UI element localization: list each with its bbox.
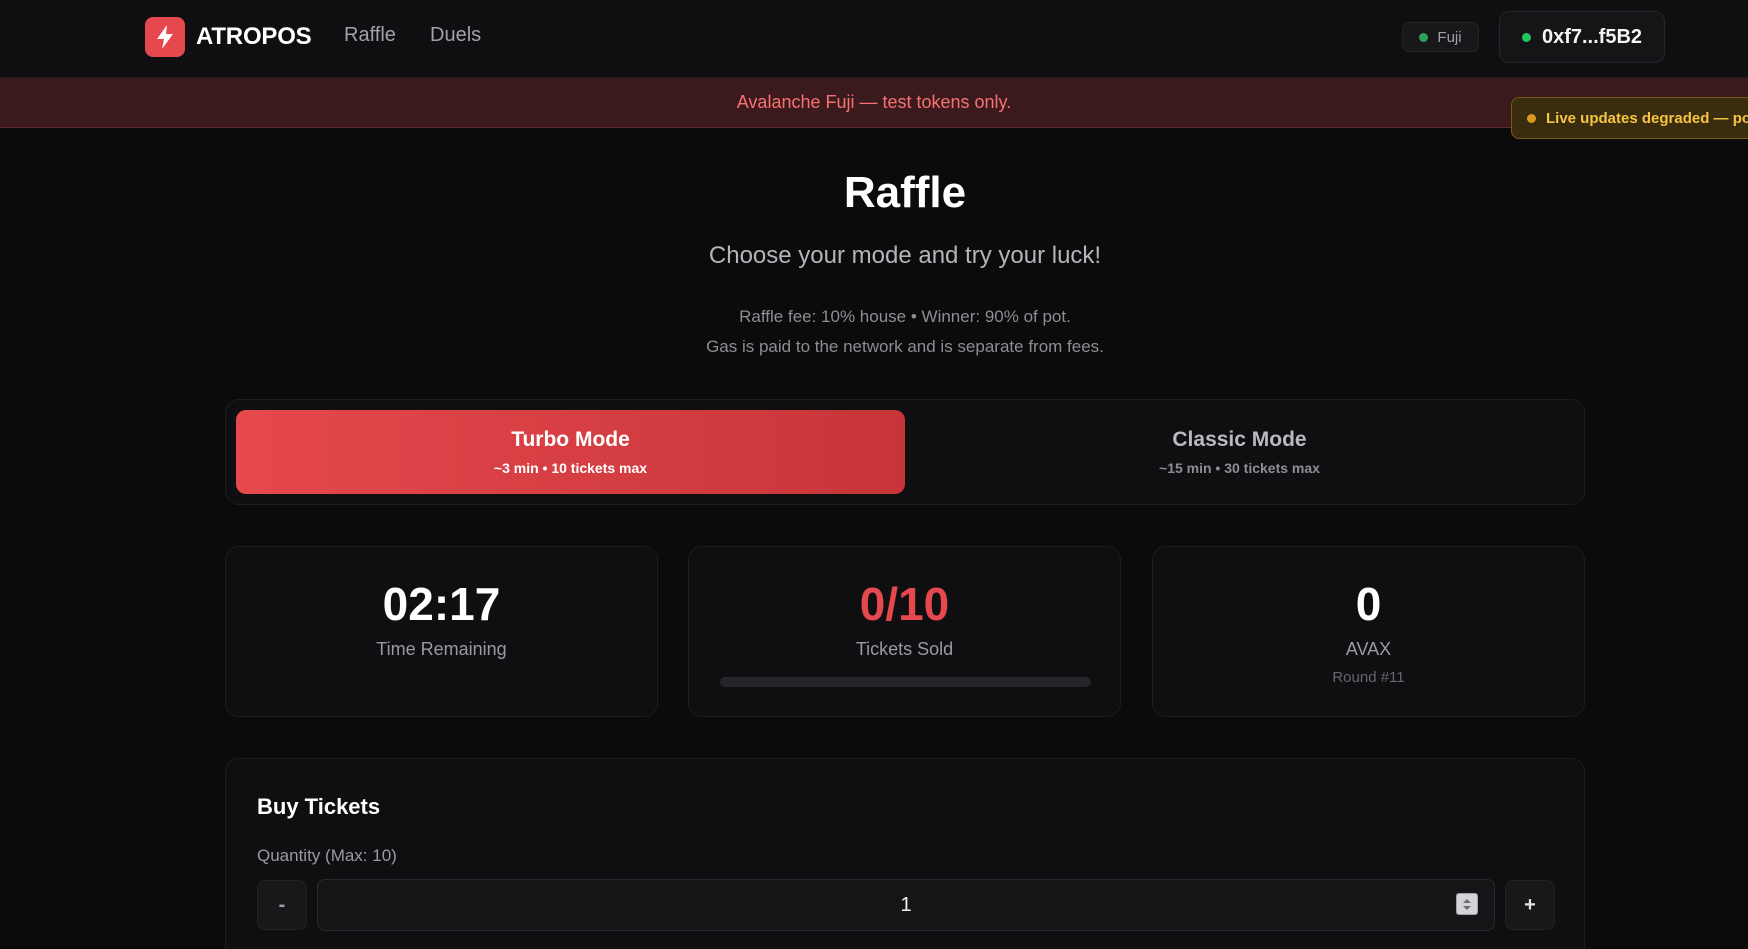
page-subtitle: Choose your mode and try your luck! <box>708 242 1102 269</box>
page-title: Raffle <box>843 168 967 217</box>
buy-tickets-panel: Buy Tickets Quantity (Max: 10) - + <box>225 758 1585 949</box>
time-remaining-value: 02:17 <box>382 578 501 630</box>
classic-mode-title: Classic Mode <box>1172 428 1307 451</box>
turbo-mode-subtitle: ~3 min • 10 tickets max <box>493 460 648 476</box>
toast-text: Live updates degraded — po <box>1546 109 1748 127</box>
classic-mode-button[interactable]: Classic Mode ~15 min • 30 tickets max <box>905 410 1574 494</box>
increase-quantity-button[interactable]: + <box>1505 880 1555 930</box>
live-updates-toast[interactable]: Live updates degraded — po <box>1511 97 1748 139</box>
quantity-label: Quantity (Max: 10) <box>257 846 397 865</box>
quantity-input[interactable] <box>317 879 1495 931</box>
tickets-sold-card: 0/10 Tickets Sold <box>688 546 1121 717</box>
time-remaining-card: 02:17 Time Remaining <box>225 546 658 717</box>
wallet-address: 0xf7...f5B2 <box>1541 25 1643 48</box>
network-warning-text: Avalanche Fuji — test tokens only. <box>736 92 1012 112</box>
warning-dot-icon <box>1527 113 1536 123</box>
network-badge[interactable]: Fuji <box>1402 22 1479 52</box>
connected-dot-icon <box>1521 32 1531 42</box>
tickets-sold-label: Tickets Sold <box>855 639 954 659</box>
page: ATROPOS Raffle Duels Fuji 0xf7...f5B2 Av… <box>0 0 1748 949</box>
buy-tickets-title: Buy Tickets <box>257 794 381 819</box>
top-navbar: ATROPOS Raffle Duels Fuji 0xf7...f5B2 <box>0 0 1748 78</box>
nav-link-duels[interactable]: Duels <box>430 24 481 47</box>
classic-mode-subtitle: ~15 min • 30 tickets max <box>1159 460 1320 476</box>
mode-selector: Turbo Mode ~3 min • 10 tickets max Class… <box>225 399 1585 505</box>
lightning-bolt-icon <box>145 17 185 57</box>
pot-value: 0 <box>1355 578 1382 630</box>
nav-link-raffle[interactable]: Raffle <box>344 24 396 47</box>
quantity-spinner-icon[interactable] <box>1456 893 1478 915</box>
round-number: Round #11 <box>1332 669 1405 686</box>
tickets-sold-value: 0/10 <box>859 578 950 630</box>
gas-info: Gas is paid to the network and is separa… <box>706 337 1104 356</box>
fee-info: Raffle fee: 10% house • Winner: 90% of p… <box>739 307 1071 326</box>
brand[interactable]: ATROPOS <box>145 17 312 57</box>
turbo-mode-title: Turbo Mode <box>511 428 630 451</box>
spinner-up-icon <box>1463 898 1471 903</box>
spinner-down-icon <box>1463 905 1471 910</box>
network-label: Fuji <box>1437 28 1462 46</box>
status-dot-icon <box>1419 32 1429 42</box>
pot-currency-label: AVAX <box>1345 639 1392 659</box>
time-remaining-label: Time Remaining <box>376 639 507 659</box>
turbo-mode-button[interactable]: Turbo Mode ~3 min • 10 tickets max <box>236 410 905 494</box>
brand-name: ATROPOS <box>196 23 312 50</box>
wallet-button[interactable]: 0xf7...f5B2 <box>1499 11 1665 63</box>
decrease-quantity-button[interactable]: - <box>257 880 307 930</box>
network-warning-banner: Avalanche Fuji — test tokens only. <box>0 78 1748 128</box>
tickets-progress-bar <box>720 677 1091 687</box>
pot-card: 0 AVAX Round #11 <box>1152 546 1585 717</box>
